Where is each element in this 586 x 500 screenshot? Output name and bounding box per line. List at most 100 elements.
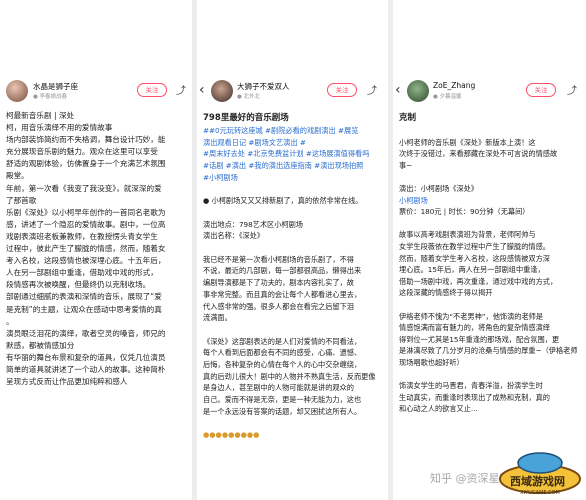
text-line: 票价：180元 | 时长：90分钟（无幕间） xyxy=(399,207,530,217)
text-line: 生动真实，而重逢时表现出了成熟和克制，真的 xyxy=(399,392,550,402)
text-line: 伊格老师不愧为“不老男神”，他饰演的老师是 xyxy=(399,311,544,321)
text-line xyxy=(399,368,580,380)
text-line: 段情感再次被唤醒，但最终仍以克制收场。 xyxy=(6,280,151,290)
text-line: 有华丽的舞台布景和复杂的道具，仅凭几位演员 xyxy=(6,352,166,362)
text-line: 舒适的观剧体验，仿佛置身于一个充满艺术氛围 xyxy=(6,159,166,169)
text-line: 借助一场剧中戏，再次重逢，通过戏中戏的方式， xyxy=(399,276,558,286)
text-line: 和心动之人的欲言又止... xyxy=(399,404,478,414)
username[interactable]: 水晶是狮子座 xyxy=(33,81,78,92)
text-line: 每个人看到后面都会有不同的感受，心痛、遗憾、 xyxy=(203,348,362,358)
post-panel-2: ‹ 大狮子不爱双人 ● 北外北 关注 ⤴ 798里最好的音乐剧场 ##0元玩转这… xyxy=(197,0,388,500)
text-line: 埋心底。15年后，两人在另一部剧组中重逢， xyxy=(399,265,545,275)
text-line: 不说，最近的几部剧，每一部都很高品，懒得出来 xyxy=(203,266,362,276)
share-icon[interactable]: ⤴ xyxy=(567,82,577,97)
share-icon[interactable]: ⤴ xyxy=(176,82,186,97)
text-line: 故事以高考戏剧表演班为背景，老师阿帅与 xyxy=(399,230,536,240)
text-line: 考入名校，这段感情也被深埋心底。十五年后， xyxy=(6,256,166,266)
text-line: 《深处》这部剧表达的是人们对爱情的不同看法， xyxy=(203,336,362,346)
text-line xyxy=(399,125,580,137)
text-line: 柯最新音乐剧 | 深处 xyxy=(6,111,75,120)
text-line: 部剧通过细腻的表演和深情的音乐，展现了“爱 xyxy=(6,292,162,302)
text-line: 殿堂。 xyxy=(6,171,29,181)
text-line: 演员眼泛泪花的演绎，歌者空灵的嗓音，师兄的 xyxy=(6,328,166,338)
text-line: 演出名称：《深处》 xyxy=(203,231,265,241)
username[interactable]: ZoE_Zhang xyxy=(433,81,475,90)
text-line: 场内部装饰简约而不失格调，舞台设计巧妙，能 xyxy=(6,135,166,145)
text-line: 是一个永远没有答案的话题，却又困扰这所有人。 xyxy=(203,406,362,416)
text-line: 这段深藏的情感终于得以揭开 xyxy=(399,288,493,298)
text-line: 过程中，彼此产生了朦胧的情感，然而，随着女 xyxy=(6,244,166,254)
text-line: 乐剧《深处》以小柯早年创作的一首同名老歌为 xyxy=(6,207,166,217)
username[interactable]: 大狮子不爱双人 xyxy=(237,81,290,92)
text-line: 流满面。 xyxy=(203,313,232,323)
text-line: 真的后劲儿很大！剧中的人物并不熟真生活，反而更像 xyxy=(203,371,376,381)
text-line: 代入感非常的强。很多人都会在看完之后留下泪 xyxy=(203,301,354,311)
share-icon[interactable]: ⤴ xyxy=(367,82,377,97)
user-subtitle: ● 北外北 xyxy=(237,94,261,100)
text-line: 戏剧表演班老板兼教师，在教授愣头青女学生 xyxy=(6,231,158,241)
back-icon[interactable]: ‹ xyxy=(395,82,401,98)
text-line: 事非常完整。而且真的会让每个人都看进心里去， xyxy=(203,289,362,299)
post-title: 798里最好的音乐剧场 xyxy=(203,113,289,123)
text-line: 女学生段薇依在教学过程中产生了朦胧的情感。 xyxy=(399,241,550,251)
hashtag-line[interactable]: ##0元玩转这座城 #剧院必看的戏剧演出 #展览 xyxy=(203,125,382,137)
text-line: 饰演女学生的马晋君，青春洋溢，扮演学生时 xyxy=(399,381,543,391)
logo-text: 西域游戏网 xyxy=(510,475,565,488)
post-panel-1: 水晶是狮子座 ● 李春娘战春 关注 ⤴ 柯最新音乐剧 | 深处 柯，用音乐演绎不… xyxy=(0,0,192,500)
post-body: 克制 小柯老师的音乐剧《深处》新版本上演！这 次终于没错过，来看那藏在深处不可言… xyxy=(399,112,580,415)
text-line xyxy=(203,207,382,219)
text-line: 。 xyxy=(6,316,14,326)
back-icon[interactable]: ‹ xyxy=(199,82,205,98)
text-line xyxy=(203,184,382,196)
text-line: 编剧导演都是下了功夫的，剧本内容扎实了，故 xyxy=(203,278,354,288)
post-header: ‹ ZoE_Zhang ● 夕暮温馨 关注 ⤴ xyxy=(393,78,586,106)
text-line xyxy=(203,242,382,254)
post-body: 798里最好的音乐剧场 ##0元玩转这座城 #剧院必看的戏剧演出 #展览 演出观… xyxy=(203,112,382,441)
text-line: 简单的道具就讲述了一个动人的故事。这种简朴 xyxy=(6,364,166,374)
hashtag-line[interactable]: #周末好去处 #北京免费盆计划 #这场展演值得看吗 xyxy=(203,148,382,160)
post-header: 水晶是狮子座 ● 李春娘战春 关注 ⤴ xyxy=(0,78,192,106)
text-line xyxy=(399,171,580,183)
text-line: 演出地点：798艺术区小柯剧场 xyxy=(203,219,303,229)
text-line: 演出：小柯剧场《深处》 xyxy=(399,183,479,193)
follow-button[interactable]: 关注 xyxy=(327,83,357,97)
avatar[interactable] xyxy=(211,80,233,102)
text-line xyxy=(399,218,580,230)
text-line: 呈现方式反而让作品更加纯粹和感人 xyxy=(6,377,128,387)
text-line xyxy=(203,324,382,336)
text-line: 自己。爱而不得是无奈，更是一种无能为力，这也 xyxy=(203,395,362,405)
text-line: 后悔，各种复杂的心情在每个人的心中交杂缠绕， xyxy=(203,360,362,370)
logo-sub-text: XIYUGAME.COM xyxy=(520,490,560,496)
text-line: 感，讲述了一个隐忍的爱情故事。剧中，一位高 xyxy=(6,219,166,229)
text-line: 人在另一部剧组中重逢，借助戏中戏的形式， xyxy=(6,268,158,278)
text-line xyxy=(399,299,580,311)
hashtag-line[interactable]: #小柯剧场 xyxy=(203,172,382,184)
location-link[interactable]: 小柯剧场 xyxy=(399,195,580,207)
follow-button[interactable]: 关注 xyxy=(526,83,556,97)
user-subtitle: ● 李春娘战春 xyxy=(33,94,68,100)
text-line: 现场唱歌也超好听） xyxy=(399,357,464,367)
post-body: 柯最新音乐剧 | 深处 柯，用音乐演绎不用的爱情故事 场内部装饰简约而不失格调，… xyxy=(6,110,186,388)
text-line: 默感，都被情感加分 xyxy=(6,340,75,350)
text-line: 次终于没错过，来看那藏在深处不可言说的情感故 xyxy=(399,149,558,159)
text-line: 事~ xyxy=(399,160,413,170)
hashtag-line[interactable]: 演出观看日记 #剧场文艺演出 # xyxy=(203,137,382,149)
text-line: 充分展现音乐剧的魅力。观众在这里可以享受 xyxy=(6,147,158,157)
text-line: 柯，用音乐演绎不用的爱情故事 xyxy=(6,123,113,133)
text-line: 了那首歌 xyxy=(6,195,37,205)
text-line: 然而，随着女学生考入名校，这段感情被双方深 xyxy=(399,253,550,263)
post-title: 克制 xyxy=(399,113,417,123)
text-line: 是克制”的主题，让观众在感动中思考爱情的真 xyxy=(6,304,162,314)
text-line: ● 小柯剧场又又又排新剧了，真的依然非常在线。 xyxy=(203,196,363,206)
avatar[interactable] xyxy=(6,80,28,102)
post-panel-3: ‹ ZoE_Zhang ● 夕暮温馨 关注 ⤴ 克制 小柯老师的音乐剧《深处》新… xyxy=(393,0,586,500)
avatar[interactable] xyxy=(407,80,429,102)
follow-button[interactable]: 关注 xyxy=(137,83,167,97)
text-line xyxy=(203,418,382,430)
text-line: 得到位一尤其是15年重逢的那场戏，配合氛围，更 xyxy=(399,334,560,344)
text-line: 年前，第一次看《我变了我没变》，就深深的爱 xyxy=(6,183,162,193)
post-header: ‹ 大狮子不爱双人 ● 北外北 关注 ⤴ xyxy=(197,78,388,106)
hashtag-line[interactable]: #话剧 #演出 #我的演出选座指南 #演出现场拍照 xyxy=(203,160,382,172)
text-line: 小柯老师的音乐剧《深处》新版本上演！这 xyxy=(399,137,536,147)
text-line: 是身边人，甚至剧中的人物可能就是讲的观众的 xyxy=(203,383,354,393)
